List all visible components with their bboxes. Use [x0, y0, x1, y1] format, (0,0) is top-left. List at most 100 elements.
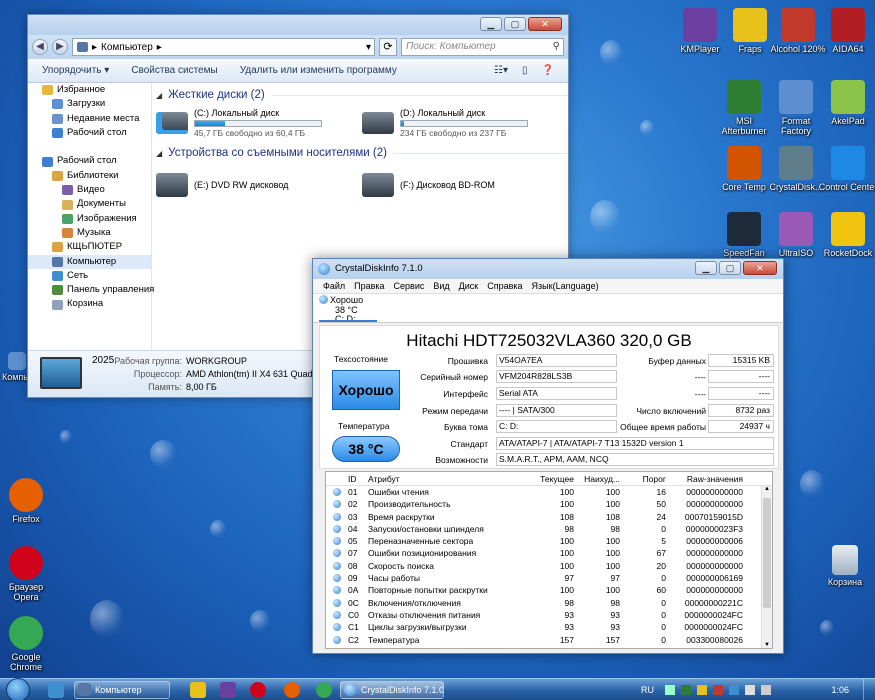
- minimize-button[interactable]: ▁: [695, 261, 717, 275]
- desktop-icon-recycle-bin[interactable]: Корзина: [815, 545, 875, 587]
- view-options-icon[interactable]: ☷▾: [494, 65, 508, 76]
- table-row[interactable]: 02 Производительность 100 100 50 000000000000: [326, 498, 772, 510]
- desktop-icon[interactable]: Google Chrome: [0, 616, 56, 672]
- table-row[interactable]: 07 Ошибки позиционирования 100 100 67 0000000…: [326, 547, 772, 559]
- col-worst[interactable]: Наихуд...: [574, 472, 620, 485]
- scroll-thumb[interactable]: [763, 498, 771, 608]
- nav-item[interactable]: Компьютер: [28, 254, 151, 269]
- desktop-icon[interactable]: Firefox: [0, 478, 56, 524]
- forward-button[interactable]: ▶: [52, 39, 68, 55]
- col-current[interactable]: Текущее: [528, 472, 574, 485]
- close-button[interactable]: ✕: [743, 261, 777, 275]
- nav-item[interactable]: Видео: [28, 183, 151, 197]
- group-removable[interactable]: ◢ Устройства со съемными носителями (2): [156, 145, 568, 161]
- health-status-button[interactable]: Хорошо: [332, 370, 400, 410]
- table-row[interactable]: 09 Часы работы 97 97 0 000000006169: [326, 572, 772, 584]
- tray-icon[interactable]: [729, 685, 739, 695]
- start-button[interactable]: [6, 678, 30, 700]
- smart-scrollbar[interactable]: ▲ ▼: [761, 486, 772, 648]
- tray-icon[interactable]: [665, 685, 675, 695]
- media-player-icon[interactable]: [190, 682, 206, 698]
- nav-item[interactable]: Изображения: [28, 212, 151, 226]
- explorer-titlebar[interactable]: ▁ ▢ ✕: [28, 15, 568, 35]
- breadcrumb[interactable]: Компьютер: [101, 42, 153, 53]
- address-bar[interactable]: ▸ Компьютер ▸ ▾: [72, 38, 375, 56]
- nav-item[interactable]: Документы: [28, 197, 151, 211]
- desktop-icon[interactable]: Format Factory: [766, 80, 826, 136]
- col-raw[interactable]: Raw-значения: [666, 472, 743, 485]
- desktop-icon[interactable]: RocketDock: [818, 212, 875, 258]
- drive-e-dvd[interactable]: (E:) DVD RW дисковод: [156, 169, 346, 201]
- show-desktop-button[interactable]: [863, 679, 875, 700]
- col-id[interactable]: ID: [348, 472, 368, 485]
- system-properties-button[interactable]: Свойства системы: [131, 65, 217, 76]
- menu-item[interactable]: Диск: [459, 279, 479, 293]
- table-row[interactable]: C2 Температура 157 157 0 003300080026: [326, 634, 772, 646]
- temperature-button[interactable]: 38 °C: [332, 436, 400, 462]
- scroll-up-icon[interactable]: ▲: [762, 486, 772, 492]
- firefox-icon[interactable]: [284, 682, 300, 698]
- desktop-icon[interactable]: Control Center: [818, 146, 875, 192]
- preview-pane-icon[interactable]: ▯: [522, 65, 528, 76]
- table-row[interactable]: 05 Переназначенные сектора 100 100 5 00000000…: [326, 535, 772, 547]
- menu-item[interactable]: Сервис: [394, 279, 425, 293]
- network-icon[interactable]: [745, 685, 755, 695]
- desktop-icon[interactable]: UltraISO: [766, 212, 826, 258]
- nav-item[interactable]: Избранное: [28, 83, 151, 97]
- nav-item[interactable]: Рабочий стол: [28, 154, 151, 168]
- clock[interactable]: 1:06: [831, 679, 849, 700]
- cdi-titlebar[interactable]: CrystalDiskInfo 7.1.0 ▁ ▢ ✕: [313, 259, 783, 279]
- drive-f-bd[interactable]: (F:) Дисковод BD-ROM: [362, 169, 552, 201]
- tray-icon[interactable]: [713, 685, 723, 695]
- nav-item[interactable]: Загрузки: [28, 97, 151, 111]
- taskbar-explorer-button[interactable]: Компьютер: [74, 681, 170, 699]
- desktop-icon-computer-partial[interactable]: Компь: [0, 352, 30, 382]
- table-row[interactable]: 0A Повторные попытки раскрутки 100 100 60 000…: [326, 584, 772, 596]
- group-hard-disks[interactable]: ◢ Жесткие диски (2): [156, 87, 568, 103]
- table-row[interactable]: 03 Время раскрутки 108 108 24 00070159015D: [326, 511, 772, 523]
- menu-item[interactable]: Вид: [433, 279, 449, 293]
- table-row[interactable]: 01 Ошибки чтения 100 100 16 000000000000: [326, 486, 772, 498]
- nav-item[interactable]: Корзина: [28, 297, 151, 311]
- search-input[interactable]: Поиск: Компьютер ⚲: [401, 38, 564, 56]
- close-button[interactable]: ✕: [528, 17, 562, 31]
- menu-item[interactable]: Справка: [487, 279, 522, 293]
- back-button[interactable]: ◀: [32, 39, 48, 55]
- nav-item[interactable]: Музыка: [28, 226, 151, 240]
- disk-tab[interactable]: Хорошо 38 °C C: D:: [313, 294, 783, 324]
- menu-item[interactable]: Файл: [323, 279, 345, 293]
- table-row[interactable]: 0C Включения/отключения 98 98 0 00000000221C: [326, 597, 772, 609]
- desktop-icon[interactable]: SpeedFan: [714, 212, 774, 258]
- opera-icon[interactable]: [250, 682, 266, 698]
- scroll-down-icon[interactable]: ▼: [762, 642, 772, 648]
- organize-button[interactable]: Упорядочить ▾: [42, 65, 109, 76]
- taskbar-cdi-button[interactable]: CrystalDiskInfo 7.1.0: [340, 681, 444, 699]
- menu-item[interactable]: Язык(Language): [532, 279, 599, 293]
- col-attribute[interactable]: Атрибут: [368, 472, 528, 485]
- maximize-button[interactable]: ▢: [504, 17, 526, 31]
- nav-item[interactable]: Рабочий стол: [28, 126, 151, 140]
- nav-item[interactable]: Сеть: [28, 269, 151, 283]
- desktop-icon[interactable]: Core Temp: [714, 146, 774, 192]
- address-dropdown-icon[interactable]: ▾: [366, 42, 374, 53]
- nav-item[interactable]: Библиотеки: [28, 169, 151, 183]
- nav-item[interactable]: Панель управления: [28, 283, 154, 297]
- desktop-icon[interactable]: AkelPad: [818, 80, 875, 126]
- drive-c[interactable]: (C:) Локальный диск 45,7 ГБ свободно из …: [156, 107, 346, 139]
- desktop-icon[interactable]: MSI Afterburner: [714, 80, 774, 136]
- desktop-icon[interactable]: Браузер Opera: [0, 546, 56, 602]
- desktop-icon[interactable]: AIDA64: [818, 8, 875, 54]
- desktop-icon[interactable]: CrystalDisk...: [766, 146, 826, 192]
- volume-icon[interactable]: [761, 685, 771, 695]
- maximize-button[interactable]: ▢: [719, 261, 741, 275]
- language-indicator[interactable]: RU: [641, 679, 654, 700]
- table-row[interactable]: 04 Запуски/остановки шпинделя 98 98 0 0000000…: [326, 523, 772, 535]
- help-icon[interactable]: ❓: [542, 65, 554, 76]
- minimize-button[interactable]: ▁: [480, 17, 502, 31]
- tray-icon[interactable]: [697, 685, 707, 695]
- refresh-button[interactable]: ⟳: [379, 38, 397, 56]
- ie-icon[interactable]: [48, 682, 64, 698]
- chrome-icon[interactable]: [316, 682, 332, 698]
- menu-item[interactable]: Правка: [354, 279, 384, 293]
- tray-icon[interactable]: [681, 685, 691, 695]
